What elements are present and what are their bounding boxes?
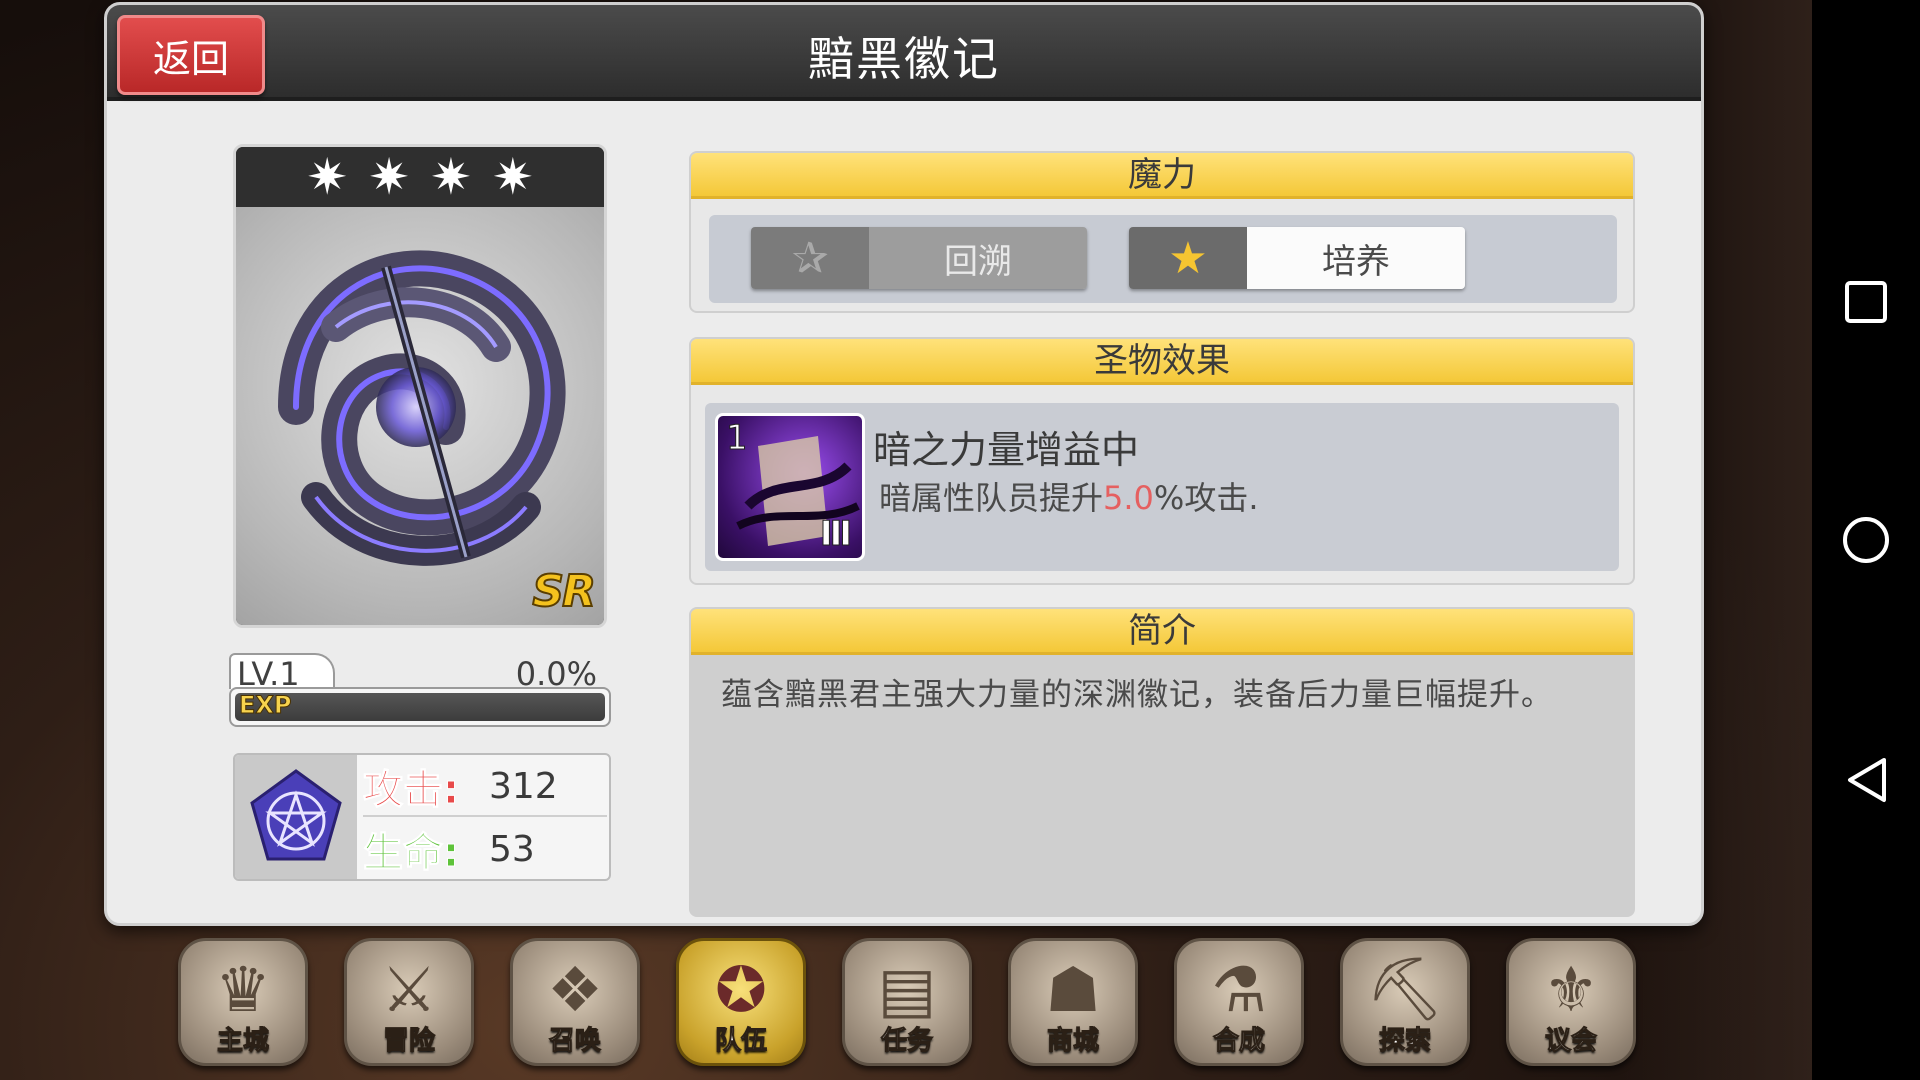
- dock-label: 合成: [1212, 1026, 1265, 1057]
- book-icon: ▤: [877, 952, 937, 1026]
- bottom-dock: ♛ 主城 ⚔ 冒险 ❖ 召唤 ✪ 队伍 ▤ 任务 ☗ 商城 ⚗ 合成 ⛏ 探索 ⚜ 议会: [178, 938, 1636, 1068]
- circle-icon: [1843, 517, 1889, 563]
- android-nav-bar: [1812, 0, 1920, 1080]
- dock-label: 主城: [216, 1026, 269, 1057]
- panel-header: 黯黑徽记 返回: [107, 5, 1701, 101]
- relic-desc-value: 5.0: [1103, 479, 1154, 517]
- relic-tier: Ⅲ: [819, 514, 852, 555]
- item-image: SR: [236, 207, 604, 625]
- dock-label: 商城: [1046, 1026, 1099, 1057]
- page-title: 黯黑徽记: [808, 32, 1000, 86]
- triangle-back-icon: [1848, 758, 1886, 802]
- exp-label: EXP: [239, 691, 292, 720]
- train-button[interactable]: ★ 培养: [1129, 227, 1465, 289]
- revert-star-icon: ✰: [751, 227, 869, 289]
- star-rating: ✷ ✷ ✷ ✷: [236, 147, 604, 207]
- wings-emblem-icon: ✪: [715, 952, 767, 1026]
- hp-value: 53: [489, 828, 535, 870]
- attack-value: 312: [489, 765, 558, 807]
- relic-effect-name: 暗之力量增益中: [873, 428, 1140, 472]
- intro-text: 蕴含黯黑君主强大力量的深渊徽记，装备后力量巨幅提升。: [721, 677, 1553, 713]
- exp-bar: EXP: [229, 687, 611, 727]
- dock-button-1[interactable]: ⚔ 冒险: [344, 938, 474, 1066]
- pentagram-icon: [235, 755, 357, 879]
- dock-button-8[interactable]: ⚜ 议会: [1506, 938, 1636, 1066]
- dock-button-7[interactable]: ⛏ 探索: [1340, 938, 1470, 1066]
- relic-level: 1: [726, 418, 749, 459]
- mushroom-icon: ☗: [1045, 952, 1101, 1026]
- relic-detail-panel: 黯黑徽记 返回 ✷ ✷ ✷ ✷ SR LV.1 0.0% EXP 攻击: 312…: [104, 2, 1704, 926]
- back-button[interactable]: 返回: [117, 15, 265, 95]
- dock-label: 探索: [1378, 1026, 1431, 1057]
- train-label: 培养: [1247, 227, 1465, 289]
- dock-button-4[interactable]: ▤ 任务: [842, 938, 972, 1066]
- crown-icon: ♛: [215, 952, 271, 1026]
- hp-row: 生命: 53: [363, 819, 607, 879]
- square-icon: [1845, 281, 1887, 323]
- exp-track: EXP: [235, 691, 605, 721]
- star-icon: ✷: [368, 148, 410, 206]
- level-exp-box: LV.1 0.0% EXP: [229, 653, 611, 727]
- revert-button[interactable]: ✰ 回溯: [751, 227, 1087, 289]
- dock-label: 召唤: [548, 1026, 601, 1057]
- dock-label: 队伍: [714, 1026, 767, 1057]
- dock-label: 任务: [880, 1026, 933, 1057]
- relic-skill-icon[interactable]: 1 Ⅲ: [715, 413, 865, 561]
- level-tab: LV.1: [229, 653, 335, 693]
- dock-label: 冒险: [382, 1026, 435, 1057]
- magic-section: 魔力 ✰ 回溯 ★ 培养: [689, 151, 1635, 313]
- back-nav-button[interactable]: [1842, 756, 1890, 804]
- home-button[interactable]: [1842, 516, 1890, 564]
- revert-label: 回溯: [869, 227, 1087, 289]
- weapons-icon: ⚔: [381, 952, 437, 1026]
- dock-button-5[interactable]: ☗ 商城: [1008, 938, 1138, 1066]
- star-icon: ✷: [430, 148, 472, 206]
- magic-heading: 魔力: [691, 153, 1633, 199]
- dock-button-6[interactable]: ⚗ 合成: [1174, 938, 1304, 1066]
- attack-label: 攻击:: [363, 767, 460, 814]
- recents-button[interactable]: [1842, 278, 1890, 326]
- relic-desc-after: %攻击.: [1153, 479, 1259, 517]
- council-emblem-icon: ⚜: [1543, 952, 1599, 1026]
- relic-desc-before: 暗属性队员提升: [879, 479, 1104, 517]
- intro-section: 简介 蕴含黯黑君主强大力量的深渊徽记，装备后力量巨幅提升。: [689, 607, 1635, 917]
- card-icon: ❖: [547, 952, 603, 1026]
- relic-effect-row: 1 Ⅲ 暗之力量增益中 暗属性队员提升5.0%攻击.: [705, 403, 1619, 571]
- relic-effect-desc: 暗属性队员提升5.0%攻击.: [879, 473, 1259, 519]
- star-icon: ✷: [306, 148, 349, 206]
- relic-heading: 圣物效果: [691, 339, 1633, 385]
- hp-label: 生命:: [363, 830, 460, 877]
- dark-emblem-icon: [278, 250, 566, 566]
- intro-heading: 简介: [691, 609, 1633, 655]
- potion-icon: ⚗: [1211, 952, 1267, 1026]
- dock-label: 议会: [1544, 1026, 1597, 1057]
- stats-box: 攻击: 312 生命: 53: [233, 753, 611, 881]
- magic-actions: ✰ 回溯 ★ 培养: [709, 215, 1617, 303]
- dock-button-0[interactable]: ♛ 主城: [178, 938, 308, 1066]
- relic-effect-section: 圣物效果 1 Ⅲ 暗之力量增益中 暗属性队员提升5.0%攻击.: [689, 337, 1635, 585]
- rarity-badge: SR: [531, 565, 597, 618]
- attack-row: 攻击: 312: [363, 757, 607, 817]
- shovel-icon: ⛏: [1365, 952, 1445, 1025]
- dock-button-2[interactable]: ❖ 召唤: [510, 938, 640, 1066]
- item-card: ✷ ✷ ✷ ✷ SR: [233, 144, 607, 628]
- gold-star-icon: ★: [1129, 227, 1247, 289]
- dock-button-3[interactable]: ✪ 队伍: [676, 938, 806, 1066]
- star-icon: ✷: [491, 148, 534, 206]
